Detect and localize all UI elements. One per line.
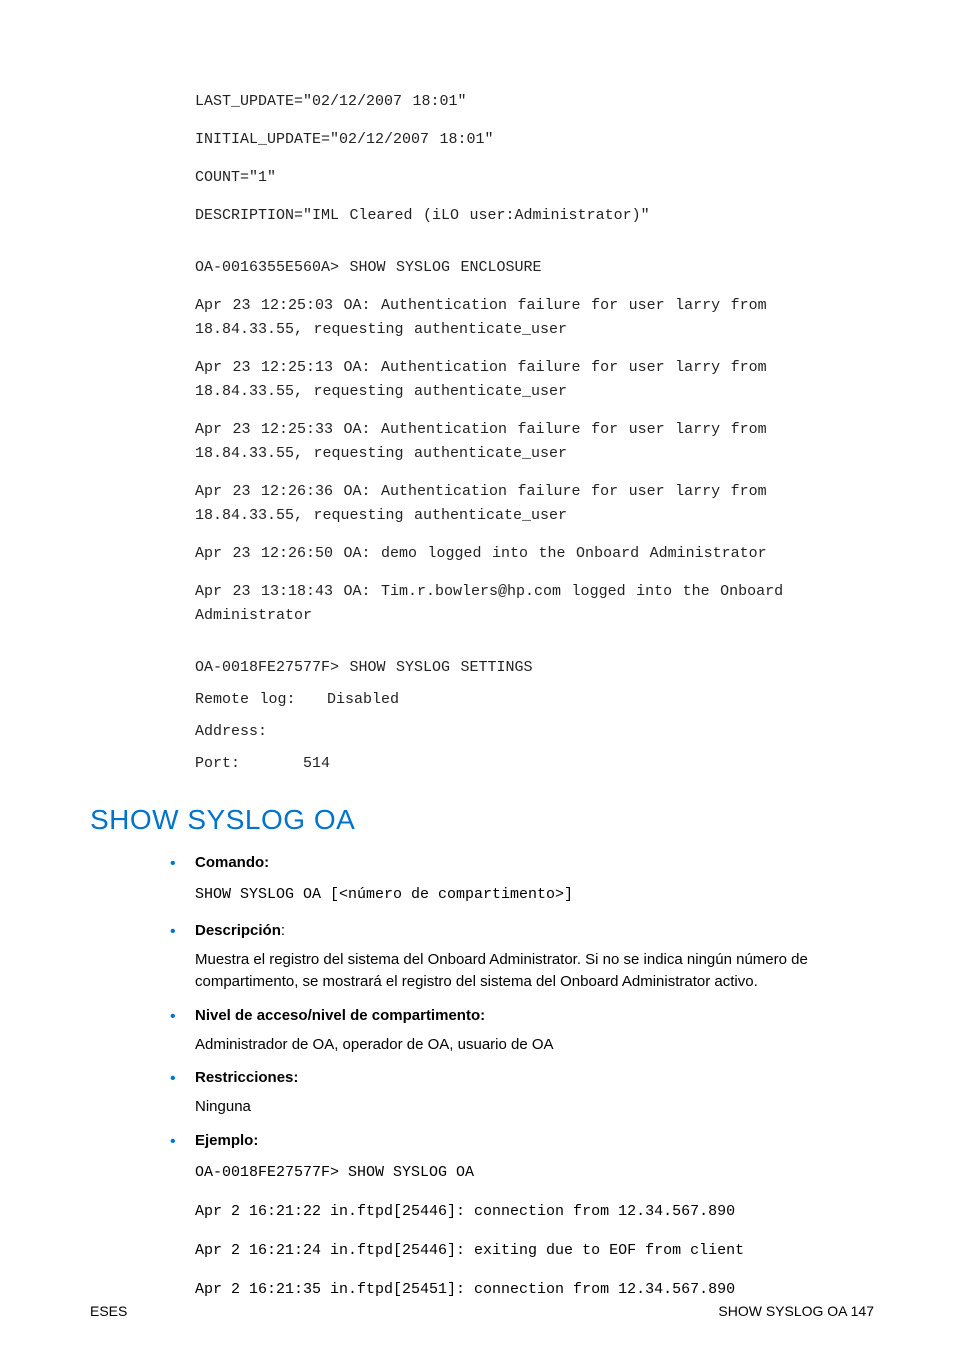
code-line: LAST_UPDATE="02/12/2007 18:01" — [195, 90, 874, 114]
spec-item-comando: Comando: SHOW SYSLOG OA [<número de comp… — [165, 854, 874, 908]
page-footer: ESES SHOW SYSLOG OA 147 — [90, 1303, 874, 1319]
spec-item-restricciones: Restricciones: Ninguna — [165, 1069, 874, 1118]
code-line: Address: — [195, 720, 874, 744]
code-block-top: LAST_UPDATE="02/12/2007 18:01" INITIAL_U… — [195, 90, 874, 228]
code-line: Apr 23 12:25:13 OA: Authentication failu… — [195, 356, 874, 404]
spec-label: Ejemplo: — [195, 1132, 258, 1149]
code-line: Apr 23 12:25:03 OA: Authentication failu… — [195, 294, 874, 342]
footer-right: SHOW SYSLOG OA 147 — [718, 1303, 874, 1319]
code-line: Apr 2 16:21:24 in.ftpd[25446]: exiting d… — [195, 1237, 874, 1264]
spec-label: Descripción — [195, 922, 281, 939]
spec-item-nivel: Nivel de acceso/nivel de compartimento: … — [165, 1007, 874, 1056]
code-line: Apr 23 12:26:50 OA: demo logged into the… — [195, 542, 874, 566]
code-line: Apr 23 12:26:36 OA: Authentication failu… — [195, 480, 874, 528]
spec-list: Comando: SHOW SYSLOG OA [<número de comp… — [165, 854, 874, 1303]
spec-body: Administrador de OA, operador de OA, usu… — [195, 1034, 874, 1056]
code-block-settings: OA-0018FE27577F> SHOW SYSLOG SETTINGS Re… — [195, 656, 874, 776]
code-line: Apr 2 16:21:22 in.ftpd[25446]: connectio… — [195, 1198, 874, 1225]
code-line: Apr 2 16:21:35 in.ftpd[25451]: connectio… — [195, 1276, 874, 1303]
footer-left: ESES — [90, 1303, 127, 1319]
colon: : — [281, 922, 285, 939]
code-line: DESCRIPTION="IML Cleared (iLO user:Admin… — [195, 204, 874, 228]
spec-item-descripcion: Descripción: Muestra el registro del sis… — [165, 922, 874, 993]
spec-label: Nivel de acceso/nivel de compartimento: — [195, 1007, 485, 1024]
spec-body: Muestra el registro del sistema del Onbo… — [195, 949, 874, 993]
spec-body: Ninguna — [195, 1096, 874, 1118]
code-line: INITIAL_UPDATE="02/12/2007 18:01" — [195, 128, 874, 152]
code-line: Port: 514 — [195, 752, 874, 776]
section-heading: SHOW SYSLOG OA — [90, 804, 874, 836]
document-page: LAST_UPDATE="02/12/2007 18:01" INITIAL_U… — [0, 0, 954, 1357]
code-line: OA-0018FE27577F> SHOW SYSLOG SETTINGS — [195, 656, 874, 680]
code-line: COUNT="1" — [195, 166, 874, 190]
code-line: SHOW SYSLOG OA [<número de compartimento… — [195, 881, 874, 908]
code-line: OA-0018FE27577F> SHOW SYSLOG OA — [195, 1159, 874, 1186]
code-line: OA-0016355E560A> SHOW SYSLOG ENCLOSURE — [195, 256, 874, 280]
spec-item-ejemplo: Ejemplo: OA-0018FE27577F> SHOW SYSLOG OA… — [165, 1132, 874, 1303]
spec-body-mono: SHOW SYSLOG OA [<número de compartimento… — [195, 881, 874, 908]
code-block-enclosure: OA-0016355E560A> SHOW SYSLOG ENCLOSURE A… — [195, 256, 874, 628]
code-line: Apr 23 13:18:43 OA: Tim.r.bowlers@hp.com… — [195, 580, 874, 628]
code-line: Remote log: Disabled — [195, 688, 874, 712]
code-line: Apr 23 12:25:33 OA: Authentication failu… — [195, 418, 874, 466]
spec-body-mono: OA-0018FE27577F> SHOW SYSLOG OA Apr 2 16… — [195, 1159, 874, 1303]
spec-label: Comando: — [195, 854, 269, 871]
spec-label: Restricciones: — [195, 1069, 298, 1086]
